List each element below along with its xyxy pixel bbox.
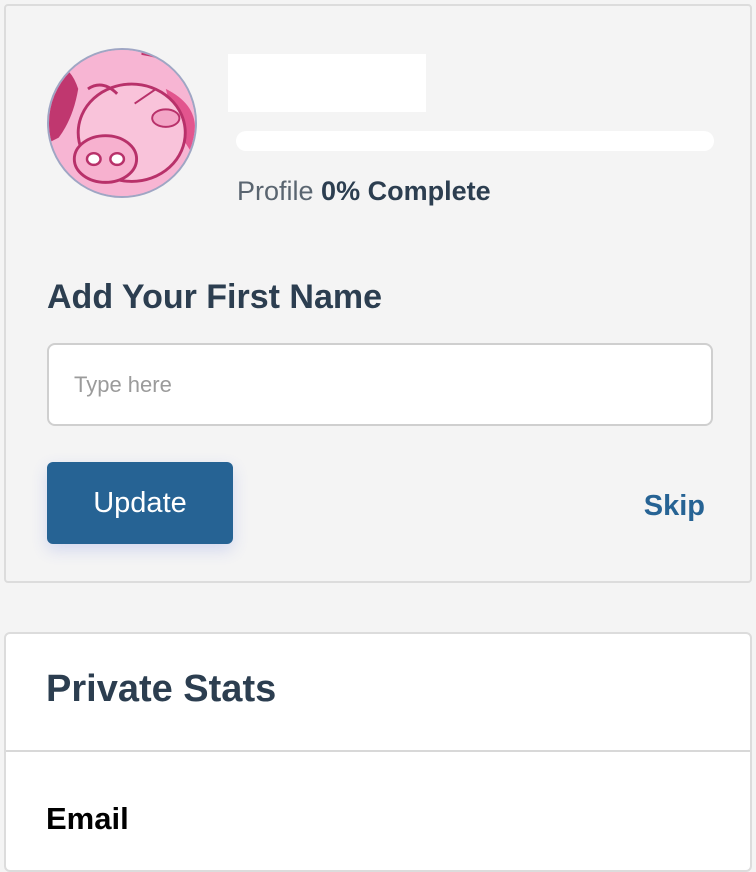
progress-prefix: Profile [237, 176, 314, 206]
profile-progress-text: Profile 0% Complete [237, 176, 491, 207]
email-label: Email [46, 801, 129, 836]
profile-progress-bar [236, 131, 714, 151]
profile-completion-card: Profile 0% Complete Add Your First Name … [4, 4, 752, 583]
private-stats-title: Private Stats [46, 668, 277, 710]
display-name-placeholder [228, 54, 426, 112]
avatar[interactable] [47, 48, 197, 198]
pig-avatar-icon [49, 50, 195, 196]
skip-link[interactable]: Skip [644, 490, 705, 523]
private-stats-card: Private Stats Email [4, 632, 752, 872]
divider [6, 750, 750, 752]
progress-percent: 0% Complete [321, 176, 491, 206]
first-name-input[interactable] [47, 343, 713, 426]
first-name-heading: Add Your First Name [47, 278, 383, 316]
update-button[interactable]: Update [47, 462, 233, 544]
